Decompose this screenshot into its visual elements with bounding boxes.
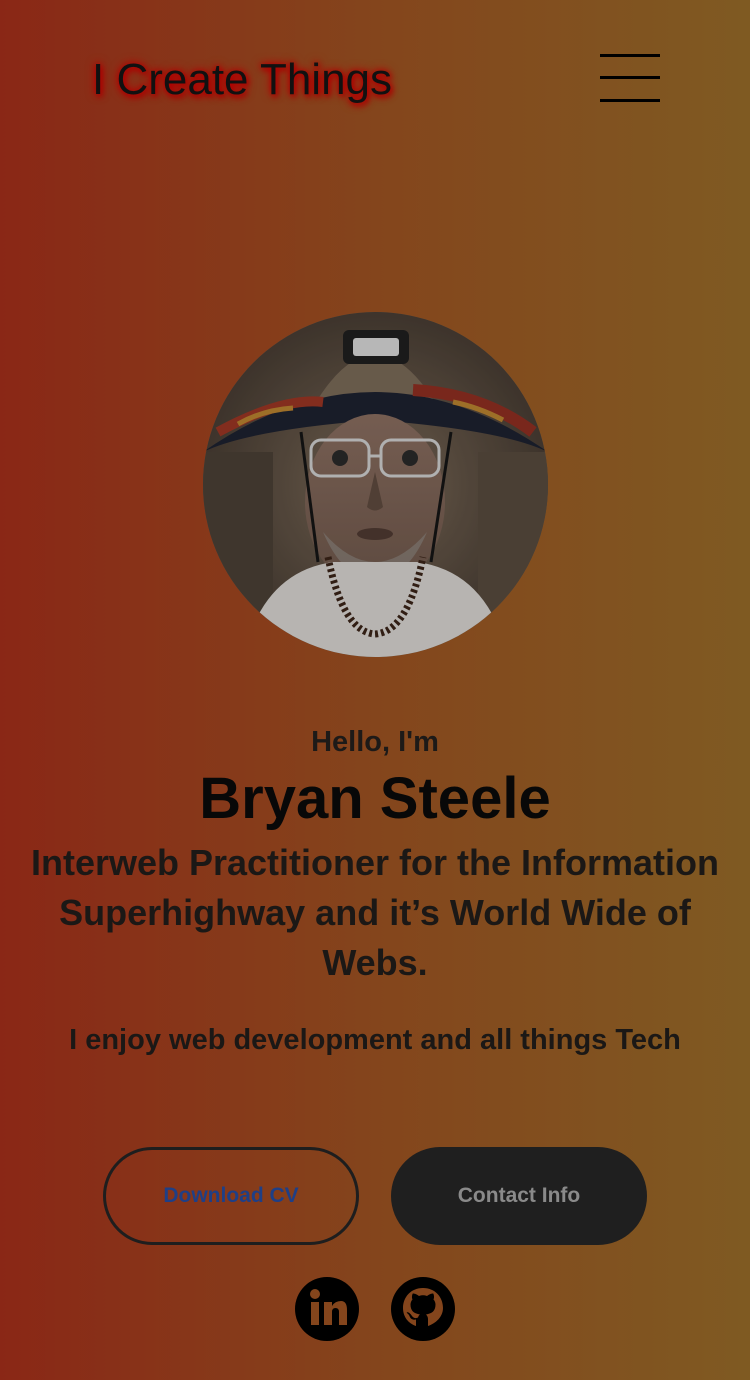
menu-line [600,54,660,57]
menu-line [600,76,660,79]
hamburger-menu-icon[interactable] [600,54,660,104]
nav-bar: I Create Things [0,0,750,160]
tagline-text: Interweb Practitioner for the Informatio… [30,842,720,983]
about-text: I enjoy web development and all things T… [69,1024,681,1056]
menu-line [600,99,660,102]
profile-photo [203,312,548,657]
person-name-heading: Bryan Steele [199,766,551,831]
linkedin-icon[interactable] [295,1277,359,1341]
profile-photo-illustration [203,312,548,657]
greeting-text: Hello, I'm [311,726,439,758]
contact-info-button[interactable]: Contact Info [391,1147,647,1245]
github-icon[interactable] [391,1277,455,1341]
download-cv-button[interactable]: Download CV [103,1147,359,1245]
site-logo[interactable]: I Create Things [92,54,392,106]
